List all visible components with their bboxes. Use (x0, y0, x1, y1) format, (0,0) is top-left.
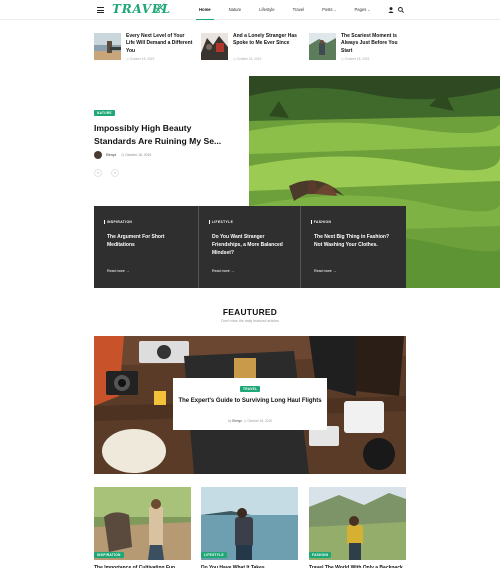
user-icon[interactable] (387, 6, 395, 14)
post-title[interactable]: Travel The World With Only a Backpack (309, 563, 406, 568)
nav-home[interactable]: Home (190, 0, 220, 20)
read-more-link[interactable]: Read more → (212, 269, 234, 273)
post-category[interactable]: Fashion (311, 220, 331, 224)
grid-post-image[interactable]: Inspiration (94, 487, 191, 560)
featured-meta: by Elenyz ◷ October 18, 2019 (228, 419, 272, 423)
post-date: ◷ October 18, 2019 (233, 57, 262, 61)
post-date: October 18, 2019 (247, 419, 272, 423)
post-title[interactable]: Every Next Level of Your Life Will Deman… (126, 33, 194, 55)
search-icon[interactable] (397, 6, 405, 14)
post-title[interactable]: The Importance of Cultivating Fun (94, 563, 191, 568)
panel-post[interactable]: Lifestyle Do You Want Stranger Friendshi… (198, 206, 300, 288)
arrow-right-icon: → (230, 269, 235, 273)
post-thumbnail (201, 487, 298, 560)
nav-travel[interactable]: Travel (284, 0, 313, 20)
main-nav: Home Nature Lifestyle Travel Posts⌄ Page… (190, 0, 379, 20)
arrow-right-icon: → (332, 269, 337, 273)
category-badge[interactable]: Nature (94, 110, 115, 117)
nav-pages[interactable]: Pages⌄ (346, 0, 380, 20)
featured-title[interactable]: The Expert's Guide to Surviving Long Hau… (178, 396, 322, 406)
panel-post[interactable]: Fashion The Next Big Thing in Fashion? N… (300, 206, 402, 288)
slider-next-button[interactable]: › (111, 169, 119, 177)
post-thumbnail[interactable] (94, 33, 121, 60)
nav-posts[interactable]: Posts⌄ (313, 0, 345, 20)
chevron-down-icon: ⌄ (333, 8, 337, 12)
post-date: October 18, 2019 (125, 152, 152, 157)
category-badge[interactable]: Travel (240, 386, 261, 393)
hero-meta: Elenyz ◷ October 18, 2019 (94, 150, 151, 159)
author-name[interactable]: Elenyz (232, 419, 242, 423)
highlight-panel: Inspiration The Argument For Short Medit… (94, 206, 406, 288)
arrow-right-icon: → (125, 269, 130, 273)
nav-nature[interactable]: Nature (220, 0, 251, 20)
post-title[interactable]: The Next Big Thing in Fashion? Not Washi… (314, 233, 396, 249)
featured-card[interactable]: Travel The Expert's Guide to Surviving L… (173, 378, 327, 430)
hero-title[interactable]: Impossibly High Beauty Standards Are Rui… (94, 122, 234, 147)
post-category[interactable]: Lifestyle (209, 220, 233, 224)
post-title[interactable]: The Scariest Moment is Always Just Befor… (341, 33, 409, 55)
panel-post[interactable]: Inspiration The Argument For Short Medit… (94, 206, 196, 288)
post-thumbnail[interactable] (309, 33, 336, 60)
section-title: FEAUTURED (222, 307, 278, 317)
read-more-link[interactable]: Read more → (107, 269, 129, 273)
category-badge[interactable]: Lifestyle (201, 551, 227, 558)
top-posts-strip: Every Next Level of Your Life Will Deman… (0, 33, 500, 63)
section-subtitle: Don't miss the daily featured articles (221, 319, 279, 323)
grid-post-image[interactable]: Lifestyle (201, 487, 298, 560)
category-badge[interactable]: Inspiration (94, 551, 124, 558)
post-thumbnail (309, 487, 406, 560)
post-thumbnail[interactable] (201, 33, 228, 60)
avatar (94, 150, 102, 159)
post-title[interactable]: Do You Want Stranger Friendships, a More… (212, 233, 294, 257)
post-date: ◷ October 18, 2019 (126, 57, 155, 61)
author-name[interactable]: Elenyz (106, 153, 116, 157)
list-item[interactable]: And a Lonely Stranger Has Spoke to Me Ev… (201, 33, 301, 63)
plane-logo-icon (155, 3, 165, 13)
post-thumbnail (94, 487, 191, 560)
list-item[interactable]: The Scariest Moment is Always Just Befor… (309, 33, 409, 63)
post-title[interactable]: Do You Have What It Takes (201, 563, 298, 568)
category-badge[interactable]: Fashion (309, 551, 332, 558)
post-date: ◷ October 18, 2019 (341, 57, 370, 61)
post-title[interactable]: And a Lonely Stranger Has Spoke to Me Ev… (233, 33, 301, 48)
list-item[interactable]: Every Next Level of Your Life Will Deman… (94, 33, 194, 63)
post-title[interactable]: The Argument For Short Meditations (107, 233, 189, 249)
read-more-link[interactable]: Read more → (314, 269, 336, 273)
menu-icon[interactable] (97, 7, 104, 13)
grid-post-image[interactable]: Fashion (309, 487, 406, 560)
nav-lifestyle[interactable]: Lifestyle (250, 0, 283, 20)
chevron-down-icon: ⌄ (367, 8, 371, 12)
post-category[interactable]: Inspiration (104, 220, 132, 224)
site-header: TRAVEL Home Nature Lifestyle Travel Post… (0, 0, 500, 20)
slider-prev-button[interactable]: ‹ (94, 169, 102, 177)
